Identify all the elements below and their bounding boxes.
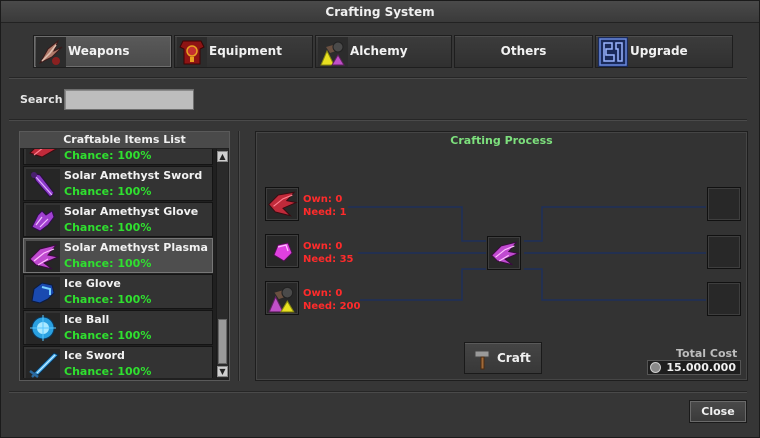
red-claw-icon: [268, 191, 298, 217]
total-cost-label: Total Cost: [676, 347, 738, 360]
tab-alchemy-label: Alchemy: [350, 44, 408, 58]
tab-equipment[interactable]: Equipment: [174, 35, 313, 68]
crafting-process-panel: Crafting Process Own: 0 Need: 1 Own: 0 N…: [255, 131, 748, 381]
category-tabs: Weapons Equipment Alchemy Others Upgrade: [33, 35, 733, 68]
material-3-need: Need: 200: [303, 301, 361, 312]
scroll-down-button[interactable]: ▼: [217, 366, 228, 377]
close-button[interactable]: Close: [689, 400, 747, 423]
alchemy-flask-icon: [318, 37, 348, 67]
item-name: Ice Sword: [64, 349, 125, 362]
red-claw-icon: [26, 149, 60, 164]
tab-weapons-label: Weapons: [68, 44, 130, 58]
tab-upgrade-label: Upgrade: [630, 44, 688, 58]
ice-glove-icon: [26, 277, 60, 308]
amethyst-plasma-icon: [491, 241, 520, 266]
crafting-window: Crafting System Weapons Equipment Alchem…: [0, 0, 760, 438]
item-name: Solar Amethyst Glove: [64, 205, 199, 218]
list-item[interactable]: Ice Glove Chance: 100%: [23, 274, 213, 309]
item-chance: Chance: 100%: [64, 293, 152, 306]
item-name: Ice Ball: [64, 313, 110, 326]
list-item[interactable]: Solar Amethyst Sword Chance: 100%: [23, 166, 213, 201]
tabs-divider: [9, 77, 747, 79]
material-slot-3[interactable]: [265, 281, 299, 315]
ice-ball-icon: [26, 313, 60, 344]
list-header: Craftable Items List: [20, 132, 229, 148]
material-3-own: Own: 0: [303, 288, 343, 299]
item-chance: Chance: 100%: [64, 329, 152, 342]
tab-upgrade[interactable]: Upgrade: [595, 35, 733, 68]
list-item-selected[interactable]: Solar Amethyst Plasma Chance: 100%: [23, 238, 213, 273]
item-name: Solar Amethyst Sword: [64, 169, 203, 182]
output-slot-2[interactable]: [707, 235, 741, 269]
scroll-up-button[interactable]: ▲: [217, 151, 228, 162]
tab-weapons[interactable]: Weapons: [33, 35, 172, 68]
list-item[interactable]: Ice Ball Chance: 100%: [23, 310, 213, 345]
craftable-items-list: Craftable Items List Chance: 100% Solar …: [19, 131, 230, 381]
alchemy-flask-icon: [268, 286, 295, 313]
result-slot[interactable]: [487, 236, 521, 270]
material-1-need: Need: 1: [303, 207, 347, 218]
list-item[interactable]: Ice Sword Chance: 100%: [23, 346, 213, 378]
window-title: Crafting System: [1, 1, 759, 23]
total-cost-value: 15.000.000: [666, 361, 736, 374]
ice-sword-icon: [26, 349, 60, 378]
item-name: Solar Amethyst Plasma: [64, 241, 208, 254]
item-chance: Chance: 100%: [64, 365, 152, 378]
output-slot-3[interactable]: [707, 282, 741, 316]
tab-others[interactable]: Others: [454, 35, 593, 68]
panel-divider: [238, 131, 240, 381]
weapon-claw-icon: [36, 37, 66, 67]
amethyst-sword-icon: [26, 169, 60, 200]
coin-icon: [650, 362, 661, 373]
list-item[interactable]: Solar Amethyst Glove Chance: 100%: [23, 202, 213, 237]
item-chance: Chance: 100%: [64, 185, 152, 198]
list-viewport[interactable]: Chance: 100% Solar Amethyst Sword Chance…: [23, 149, 215, 378]
pink-crystal-icon: [273, 242, 293, 262]
upgrade-rune-icon: [598, 37, 628, 67]
item-chance: Chance: 100%: [64, 257, 152, 270]
tab-alchemy[interactable]: Alchemy: [315, 35, 452, 68]
item-name: Ice Glove: [64, 277, 121, 290]
tab-others-label: Others: [500, 44, 547, 58]
material-slot-1[interactable]: [265, 187, 299, 221]
hammer-icon: [474, 350, 490, 370]
item-chance: Chance: 100%: [64, 221, 152, 234]
armor-icon: [177, 37, 207, 67]
scroll-thumb[interactable]: [218, 319, 227, 364]
footer-divider: [9, 391, 747, 393]
search-divider: [9, 119, 747, 121]
amethyst-glove-icon: [26, 205, 60, 236]
material-2-own: Own: 0: [303, 241, 343, 252]
list-item[interactable]: Chance: 100%: [23, 149, 213, 165]
material-1-own: Own: 0: [303, 194, 343, 205]
output-slot-1[interactable]: [707, 187, 741, 221]
list-scrollbar[interactable]: ▲ ▼: [216, 149, 228, 378]
amethyst-plasma-icon: [26, 241, 60, 272]
item-chance: Chance: 100%: [64, 149, 152, 162]
search-label: Search: [20, 93, 63, 106]
search-input[interactable]: [64, 89, 194, 110]
material-slot-2[interactable]: [265, 234, 299, 268]
tab-equipment-label: Equipment: [209, 44, 282, 58]
material-2-need: Need: 35: [303, 254, 354, 265]
craft-button[interactable]: Craft: [464, 342, 542, 374]
total-cost-box: 15.000.000: [647, 360, 741, 375]
craft-button-label: Craft: [497, 351, 531, 365]
